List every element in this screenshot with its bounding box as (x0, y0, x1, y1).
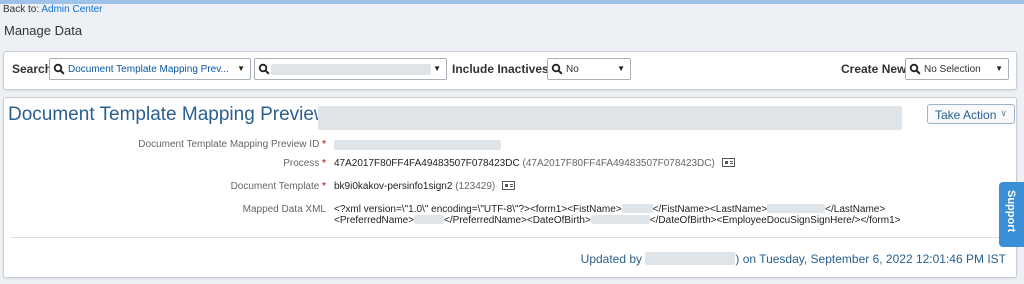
back-prefix: Back to: (3, 4, 42, 15)
chevron-down-icon: ▼ (237, 64, 245, 73)
redacted-birth-date (590, 215, 650, 224)
page-title: Manage Data (4, 23, 83, 38)
top-accent-bar (0, 0, 1024, 4)
template-field-label: Document Template * (230, 181, 326, 192)
redacted-first-name (621, 204, 653, 213)
required-marker: * (322, 158, 326, 169)
card-details-icon[interactable] (502, 181, 515, 190)
redacted-record-name (318, 106, 902, 130)
search-icon (551, 63, 563, 75)
search-label: Search (12, 62, 53, 76)
redacted-last-name (767, 204, 826, 213)
chevron-down-icon: ▼ (995, 64, 1003, 73)
required-marker: * (322, 181, 326, 192)
object-type-select[interactable]: Document Template Mapping Prev... ▼ (49, 58, 251, 80)
object-type-value: Document Template Mapping Prev... (68, 64, 229, 75)
take-action-button[interactable]: Take Action ∨ (927, 104, 1015, 124)
process-value: 47A2017F80FF4FA49483507F078423DC (47A201… (334, 158, 735, 169)
create-new-value: No Selection (924, 64, 981, 75)
search-icon (53, 63, 65, 75)
chevron-down-icon: ∨ (1000, 108, 1007, 118)
xml-line-2: <PreferredName> </PreferredName><DateOfBi… (334, 215, 901, 226)
process-field-label: Process * (283, 158, 326, 169)
redacted-value (271, 64, 431, 75)
template-value: bk9i0kakov-persinfo1sign2 (123429) (334, 181, 515, 192)
chevron-down-icon: ▼ (617, 64, 625, 73)
breadcrumb: Back to: Admin Center (3, 4, 103, 15)
record-title: Document Template Mapping Preview: (8, 104, 333, 125)
admin-center-link[interactable]: Admin Center (41, 4, 102, 15)
create-new-label: Create New (841, 62, 907, 76)
record-search-select[interactable]: ▼ (254, 58, 447, 80)
redacted-id-value (334, 140, 501, 150)
required-marker: * (322, 139, 326, 150)
include-inactives-select[interactable]: No ▼ (547, 58, 631, 80)
create-new-select[interactable]: No Selection ▼ (905, 58, 1009, 80)
id-field-label: Document Template Mapping Preview ID * (138, 139, 326, 150)
chevron-down-icon: ▼ (433, 64, 441, 73)
redacted-preferred-name (414, 215, 445, 224)
include-inactives-value: No (566, 64, 579, 75)
support-label: Support (1005, 190, 1017, 233)
xml-line-1: <?xml version=\"1.0\" encoding=\"UTF-8\"… (334, 204, 886, 215)
take-action-label: Take Action (935, 108, 997, 122)
include-inactives-label: Include Inactives: (452, 62, 553, 76)
updated-by-text: Updated by ) on Tuesday, September 6, 20… (580, 252, 1006, 266)
search-icon (258, 63, 270, 75)
xml-field-label: Mapped Data XML (242, 204, 326, 215)
support-tab[interactable]: Support (999, 182, 1024, 247)
search-icon (909, 63, 921, 75)
redacted-user (645, 252, 736, 265)
divider (11, 237, 1009, 238)
card-details-icon[interactable] (721, 158, 735, 167)
